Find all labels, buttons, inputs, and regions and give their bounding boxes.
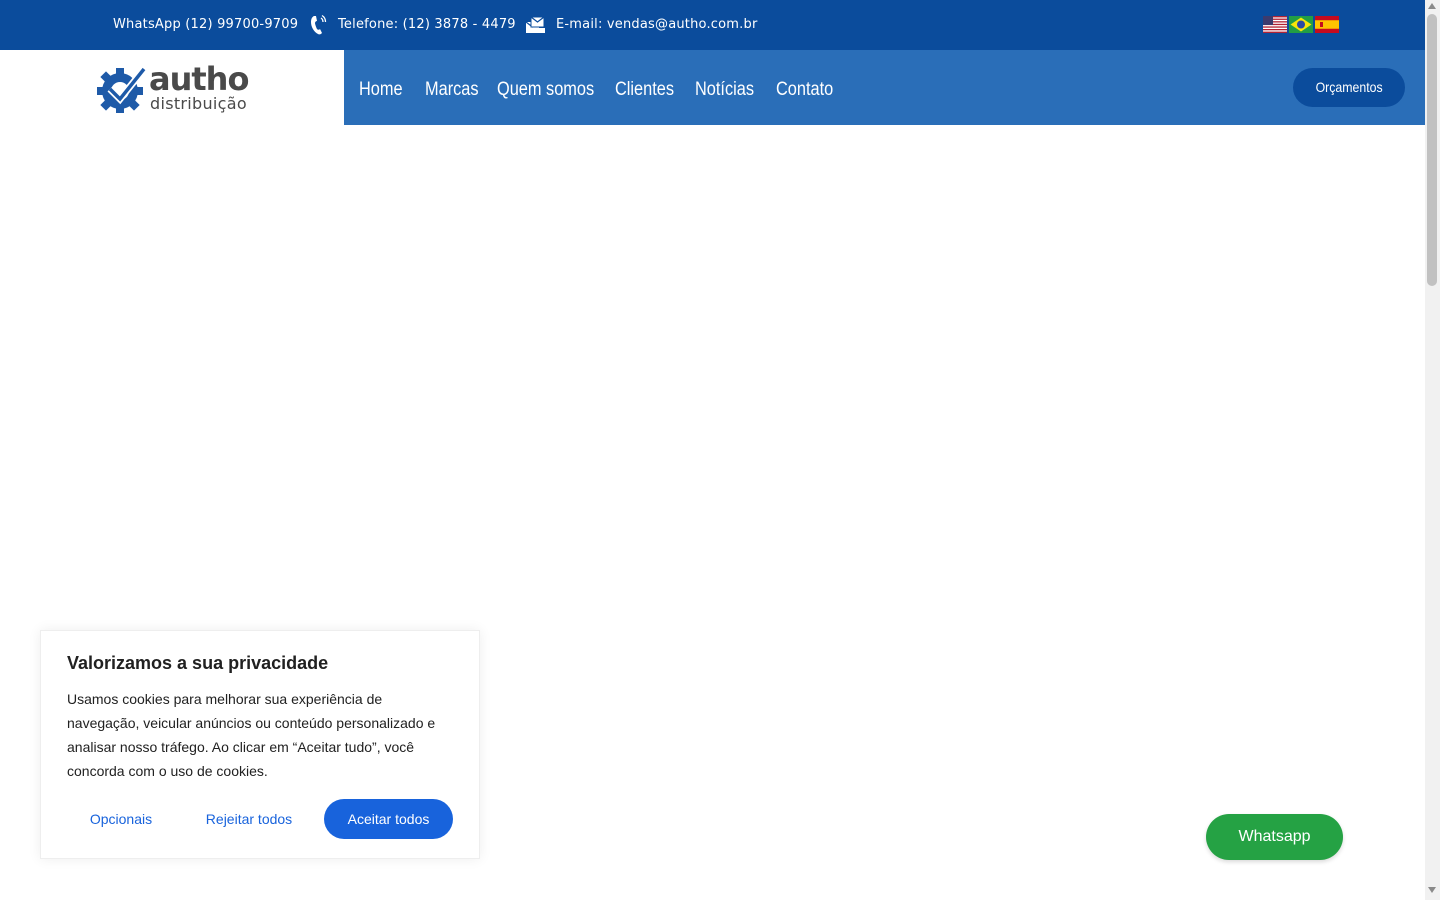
nav-item-clientes[interactable]: Clientes: [615, 78, 674, 102]
nav-item-marcas[interactable]: Marcas: [425, 78, 479, 102]
cookie-reject-button[interactable]: Rejeitar todos: [193, 799, 305, 839]
nav-item-contato[interactable]: Contato: [776, 78, 833, 102]
gear-check-logo-icon: [96, 63, 148, 115]
logo-wordmark: autho: [149, 60, 249, 98]
logo-area: autho distribuição: [0, 50, 344, 125]
whatsapp-contact[interactable]: WhatsApp (12) 99700-9709: [113, 16, 298, 34]
top-contact-bar: WhatsApp (12) 99700-9709 Telefone: (12) …: [0, 0, 1425, 50]
cookie-accept-button[interactable]: Aceitar todos: [324, 799, 453, 839]
whatsapp-float-button[interactable]: Whatsapp: [1206, 814, 1343, 860]
site-logo[interactable]: autho distribuição: [96, 60, 256, 115]
phone-ringing-icon: [309, 14, 329, 36]
cookie-title: Valorizamos a sua privacidade: [67, 653, 329, 673]
orcamentos-button[interactable]: Orçamentos: [1293, 68, 1405, 107]
flag-es-icon[interactable]: [1315, 16, 1339, 33]
scroll-down-arrow-icon[interactable]: [1428, 887, 1436, 893]
flag-br-icon[interactable]: [1289, 16, 1313, 33]
cookie-options-button[interactable]: Opcionais: [67, 799, 175, 839]
email-contact[interactable]: E-mail: vendas@autho.com.br: [556, 16, 758, 34]
nav-item-quem-somos[interactable]: Quem somos: [497, 78, 594, 102]
flag-us-icon[interactable]: [1263, 16, 1287, 33]
nav-item-home[interactable]: Home: [359, 78, 403, 102]
envelope-icon: [525, 14, 545, 36]
logo-subtitle: distribuição: [150, 94, 247, 113]
nav-item-noticias[interactable]: Notícias: [695, 78, 754, 102]
cookie-consent-banner: Valorizamos a sua privacidade Usamos coo…: [40, 630, 480, 859]
scroll-up-arrow-icon[interactable]: [1428, 3, 1436, 9]
cookie-description: Usamos cookies para melhorar sua experiê…: [67, 691, 436, 779]
phone-contact[interactable]: Telefone: (12) 3878 - 4479: [338, 16, 516, 34]
scrollbar-thumb[interactable]: [1427, 14, 1437, 286]
page-scrollbar[interactable]: [1425, 0, 1440, 900]
main-navigation: Home Marcas Quem somos Clientes Notícias…: [344, 50, 1425, 125]
orcamentos-button-label: Orçamentos: [1315, 79, 1383, 95]
